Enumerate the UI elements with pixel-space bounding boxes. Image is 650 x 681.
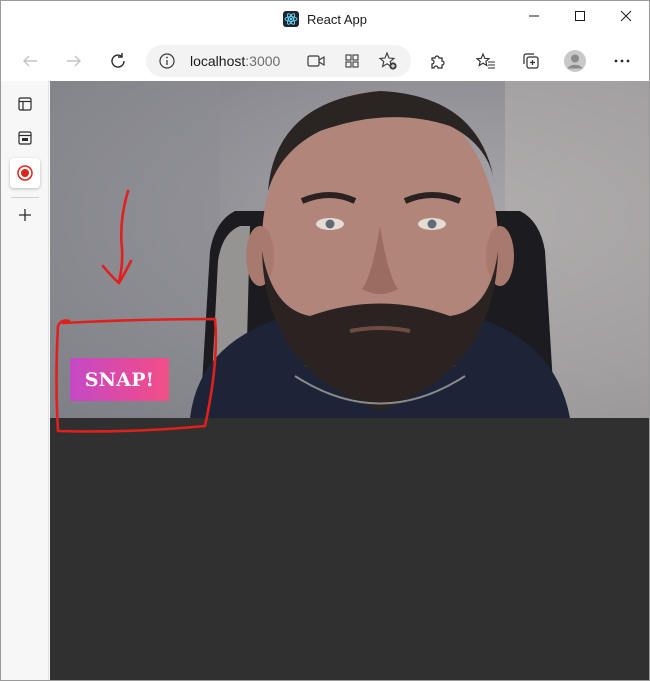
collections-button[interactable] <box>516 46 546 76</box>
window-title: React App <box>307 12 367 27</box>
profile-button[interactable] <box>560 46 590 76</box>
minimize-button[interactable] <box>511 1 557 31</box>
back-icon <box>23 55 37 67</box>
history-icon <box>18 131 32 145</box>
forward-icon <box>67 55 81 67</box>
back-button[interactable] <box>15 46 45 76</box>
camera-icon[interactable] <box>306 51 326 71</box>
minimize-icon <box>529 15 539 17</box>
react-logo-icon <box>283 11 299 27</box>
url-host: localhost <box>190 53 246 69</box>
profile-icon <box>564 50 586 72</box>
add-sidebar-button[interactable] <box>10 200 40 230</box>
webcam-video: SNAP! <box>50 81 649 418</box>
url-port: :3000 <box>245 53 281 69</box>
apps-icon[interactable] <box>342 51 362 71</box>
snap-button[interactable]: SNAP! <box>70 358 169 401</box>
record-button[interactable] <box>10 158 40 188</box>
browser-window: React App localhost:3000 SNAP! <box>0 0 650 681</box>
address-bar[interactable]: localhost:3000 <box>146 45 411 77</box>
more-icon <box>614 59 630 63</box>
tabs-icon <box>18 97 32 111</box>
tab-actions-button[interactable] <box>10 89 40 119</box>
history-button[interactable] <box>10 123 40 153</box>
url-text[interactable]: localhost:3000 <box>190 53 280 69</box>
refresh-button[interactable] <box>103 46 133 76</box>
close-button[interactable] <box>603 1 649 31</box>
page-content: SNAP! <box>50 81 649 680</box>
close-icon <box>620 10 632 22</box>
record-icon <box>17 165 33 181</box>
forward-button[interactable] <box>59 46 89 76</box>
maximize-icon <box>575 11 585 21</box>
refresh-icon <box>111 53 125 68</box>
maximize-button[interactable] <box>557 1 603 31</box>
title-bar: React App <box>1 1 649 41</box>
favorites-icon <box>476 52 495 69</box>
extensions-button[interactable] <box>422 46 452 76</box>
add-icon <box>19 209 31 221</box>
sidebar <box>1 81 49 680</box>
favorites-button[interactable] <box>471 46 501 76</box>
sidebar-divider <box>11 197 39 198</box>
collections-icon <box>523 53 539 69</box>
info-icon[interactable] <box>158 52 176 70</box>
add-favorite-icon[interactable] <box>378 51 398 71</box>
more-button[interactable] <box>607 46 637 76</box>
navigation-toolbar: localhost:3000 <box>1 41 649 81</box>
extensions-icon <box>431 55 445 69</box>
